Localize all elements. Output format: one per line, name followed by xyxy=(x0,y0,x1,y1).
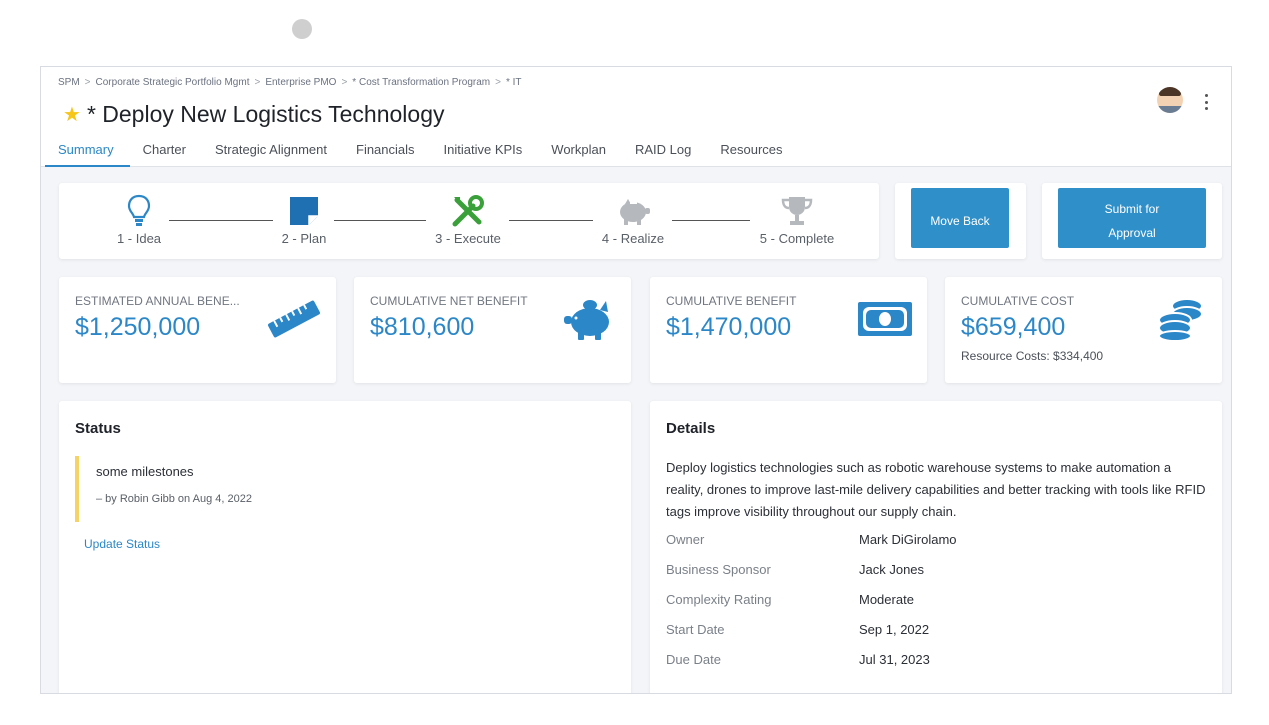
breadcrumb-separator: > xyxy=(341,77,348,88)
stage-progress: 1 - Idea 2 - Plan 3 - Execute 4 - Realiz… xyxy=(59,183,879,259)
kpi-card-cumulative-benefit: CUMULATIVE BENEFIT $1,470,000 xyxy=(650,277,927,383)
status-message: some milestones xyxy=(96,464,194,479)
kpi-label: CUMULATIVE COST xyxy=(961,294,1075,308)
detail-key: Due Date xyxy=(666,652,721,667)
avatar-hair xyxy=(1159,87,1181,96)
tab-resources[interactable]: Resources xyxy=(707,137,798,167)
detail-row-due-date: Due Date Jul 31, 2023 xyxy=(666,652,930,667)
status-title: Status xyxy=(75,420,121,437)
kpi-card-cumulative-cost: CUMULATIVE COST $659,400 Resource Costs:… xyxy=(945,277,1222,383)
detail-value: Jul 31, 2023 xyxy=(859,652,930,667)
lightbulb-icon xyxy=(109,193,169,229)
update-status-link[interactable]: Update Status xyxy=(84,537,160,551)
tab-charter[interactable]: Charter xyxy=(130,137,202,167)
breadcrumb-item[interactable]: * Cost Transformation Program xyxy=(352,77,490,88)
detail-value: Mark DiGirolamo xyxy=(859,532,957,547)
detail-key: Complexity Rating xyxy=(666,592,772,607)
user-avatar[interactable] xyxy=(1157,87,1183,113)
breadcrumb-separator: > xyxy=(254,77,261,88)
stage-complete[interactable]: 5 - Complete xyxy=(752,193,842,246)
stage-plan[interactable]: 2 - Plan xyxy=(274,193,334,246)
resource-costs: Resource Costs: $334,400 xyxy=(961,349,1104,363)
note-icon xyxy=(274,193,334,229)
detail-row-owner: Owner Mark DiGirolamo xyxy=(666,532,957,547)
submit-card: Submit for Approval xyxy=(1042,183,1222,259)
tab-summary[interactable]: Summary xyxy=(45,137,130,167)
stage-execute[interactable]: 3 - Execute xyxy=(427,193,509,246)
tab-raid-log[interactable]: RAID Log xyxy=(622,137,707,167)
detail-value: Sep 1, 2022 xyxy=(859,622,930,637)
detail-key: Owner xyxy=(666,532,705,547)
tab-bar: Summary Charter Strategic Alignment Fina… xyxy=(45,137,799,167)
loading-dot xyxy=(292,19,312,39)
avatar-shirt xyxy=(1157,106,1183,113)
details-description: Deploy logistics technologies such as ro… xyxy=(666,460,1206,519)
stage-realize[interactable]: 4 - Realize xyxy=(594,193,672,246)
status-author: – by Robin Gibb on Aug 4, 2022 xyxy=(96,493,252,505)
kpi-label: CUMULATIVE NET BENEFIT xyxy=(370,294,528,308)
details-title: Details xyxy=(666,420,716,437)
kpi-card-cumulative-net-benefit: CUMULATIVE NET BENEFIT $810,600 xyxy=(354,277,631,383)
favorite-star-icon[interactable]: ★ xyxy=(63,102,81,127)
breadcrumb-item[interactable]: Corporate Strategic Portfolio Mgmt xyxy=(96,77,250,88)
tab-workplan[interactable]: Workplan xyxy=(538,137,622,167)
tab-financials[interactable]: Financials xyxy=(343,137,431,167)
cash-icon xyxy=(857,295,913,343)
breadcrumb-separator: > xyxy=(495,77,501,88)
stage-label: 1 - Idea xyxy=(116,231,162,246)
kpi-value: $810,600 xyxy=(370,313,475,341)
stage-connector xyxy=(169,220,273,221)
breadcrumb-item[interactable]: SPM xyxy=(58,77,80,88)
stage-label: 5 - Complete xyxy=(759,231,835,246)
breadcrumb-separator: > xyxy=(84,77,91,88)
tools-icon xyxy=(427,193,509,229)
move-back-button[interactable]: Move Back xyxy=(911,188,1009,248)
piggy-bank-icon xyxy=(594,193,672,229)
stage-idea[interactable]: 1 - Idea xyxy=(109,193,169,246)
stage-label: 2 - Plan xyxy=(281,231,327,246)
details-panel: Details Deploy logistics technologies su… xyxy=(650,401,1222,693)
kpi-value: $1,470,000 xyxy=(666,313,792,341)
detail-row-business-sponsor: Business Sponsor Jack Jones xyxy=(666,562,924,577)
more-options-icon[interactable] xyxy=(1198,91,1214,113)
breadcrumb: SPM > Corporate Strategic Portfolio Mgmt > E… xyxy=(58,77,522,88)
detail-value: Moderate xyxy=(859,592,914,607)
trophy-icon xyxy=(752,193,842,229)
status-entry: some milestones – by Robin Gibb on Aug 4… xyxy=(75,456,575,522)
stage-connector xyxy=(509,220,593,221)
detail-value: Jack Jones xyxy=(859,562,925,577)
move-back-card: Move Back xyxy=(895,183,1026,259)
submit-for-approval-button[interactable]: Submit for Approval xyxy=(1058,188,1206,248)
breadcrumb-item[interactable]: * IT xyxy=(506,77,522,88)
stage-label: 4 - Realize xyxy=(601,231,665,246)
piggy-bank-icon xyxy=(561,295,617,343)
title-row: ★ * Deploy New Logistics Technology xyxy=(63,101,444,128)
stage-connector xyxy=(334,220,426,221)
detail-key: Start Date xyxy=(666,622,725,637)
page-header: SPM > Corporate Strategic Portfolio Mgmt > E… xyxy=(41,67,1231,167)
breadcrumb-item[interactable]: Enterprise PMO xyxy=(265,77,336,88)
detail-row-complexity-rating: Complexity Rating Moderate xyxy=(666,592,914,607)
status-panel: Status some milestones – by Robin Gibb o… xyxy=(59,401,631,693)
kpi-value: $659,400 xyxy=(961,313,1066,341)
kpi-value: $1,250,000 xyxy=(75,313,201,341)
stage-label: 3 - Execute xyxy=(435,231,501,246)
stage-connector xyxy=(672,220,750,221)
page-title: * Deploy New Logistics Technology xyxy=(86,101,445,127)
submit-label: Submit for Approval xyxy=(1104,202,1160,240)
kpi-card-estimated-annual-benefit: ESTIMATED ANNUAL BENE... $1,250,000 xyxy=(59,277,336,383)
kpi-label: ESTIMATED ANNUAL BENE... xyxy=(75,294,240,308)
tab-strategic-alignment[interactable]: Strategic Alignment xyxy=(202,137,343,167)
detail-key: Business Sponsor xyxy=(666,562,771,577)
tab-initiative-kpis[interactable]: Initiative KPIs xyxy=(431,137,539,167)
detail-row-start-date: Start Date Sep 1, 2022 xyxy=(666,622,929,637)
move-back-label: Move Back xyxy=(930,214,990,228)
kpi-label: CUMULATIVE BENEFIT xyxy=(666,294,797,308)
app-frame: SPM > Corporate Strategic Portfolio Mgmt > E… xyxy=(40,66,1232,694)
ruler-icon xyxy=(266,295,322,343)
coins-icon xyxy=(1152,295,1208,343)
